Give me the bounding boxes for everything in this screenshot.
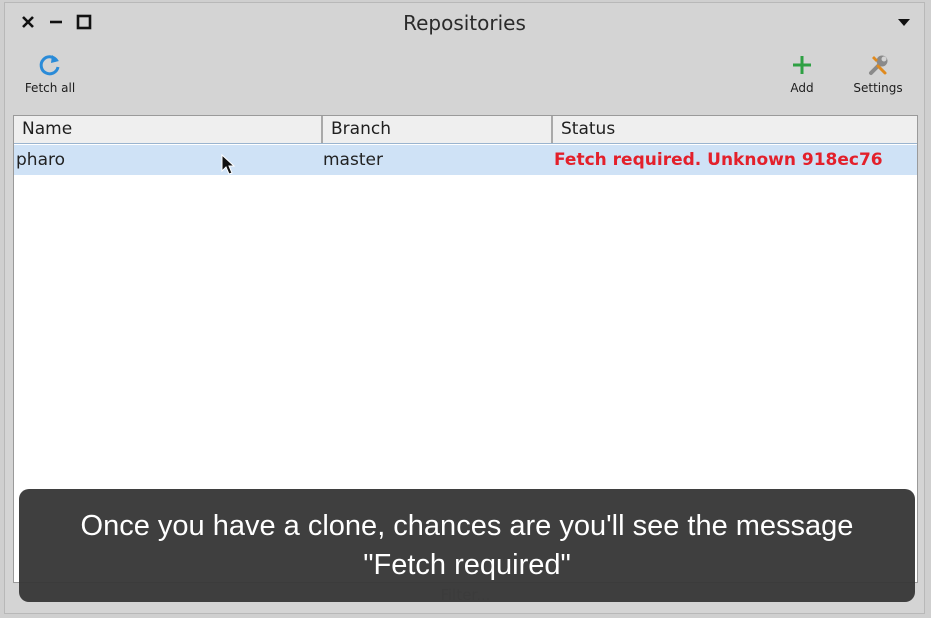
cell-branch: master [323, 150, 383, 170]
caption-line-2: "Fetch required" [363, 548, 571, 581]
window-title: Repositories [403, 11, 526, 35]
add-button[interactable]: Add [767, 51, 837, 103]
settings-label: Settings [853, 81, 903, 95]
settings-button[interactable]: Settings [843, 51, 913, 103]
column-header-status[interactable]: Status [551, 116, 917, 143]
refresh-icon [36, 51, 64, 79]
mouse-pointer-icon [221, 153, 236, 180]
add-label: Add [790, 81, 814, 95]
column-header-branch[interactable]: Branch [321, 116, 551, 143]
table-row[interactable]: pharo master Fetch required. Unknown 918… [14, 145, 917, 175]
toolbar: Fetch all Add Settings [5, 43, 924, 113]
caption-line-1: Once you have a clone, chances are you'l… [80, 509, 854, 542]
fetch-all-label: Fetch all [24, 81, 76, 95]
column-header-name[interactable]: Name [14, 116, 321, 143]
chevron-down-icon[interactable] [893, 11, 915, 33]
cell-status: Fetch required. Unknown 918ec76 [554, 150, 883, 170]
table-header: Name Branch Status [14, 116, 917, 144]
fetch-all-button[interactable]: Fetch all [15, 51, 85, 103]
title-bar: Repositories [5, 3, 924, 43]
cell-name: pharo [16, 150, 65, 170]
wrench-icon [864, 51, 892, 79]
plus-icon [788, 51, 816, 79]
video-caption: Once you have a clone, chances are you'l… [19, 489, 915, 602]
